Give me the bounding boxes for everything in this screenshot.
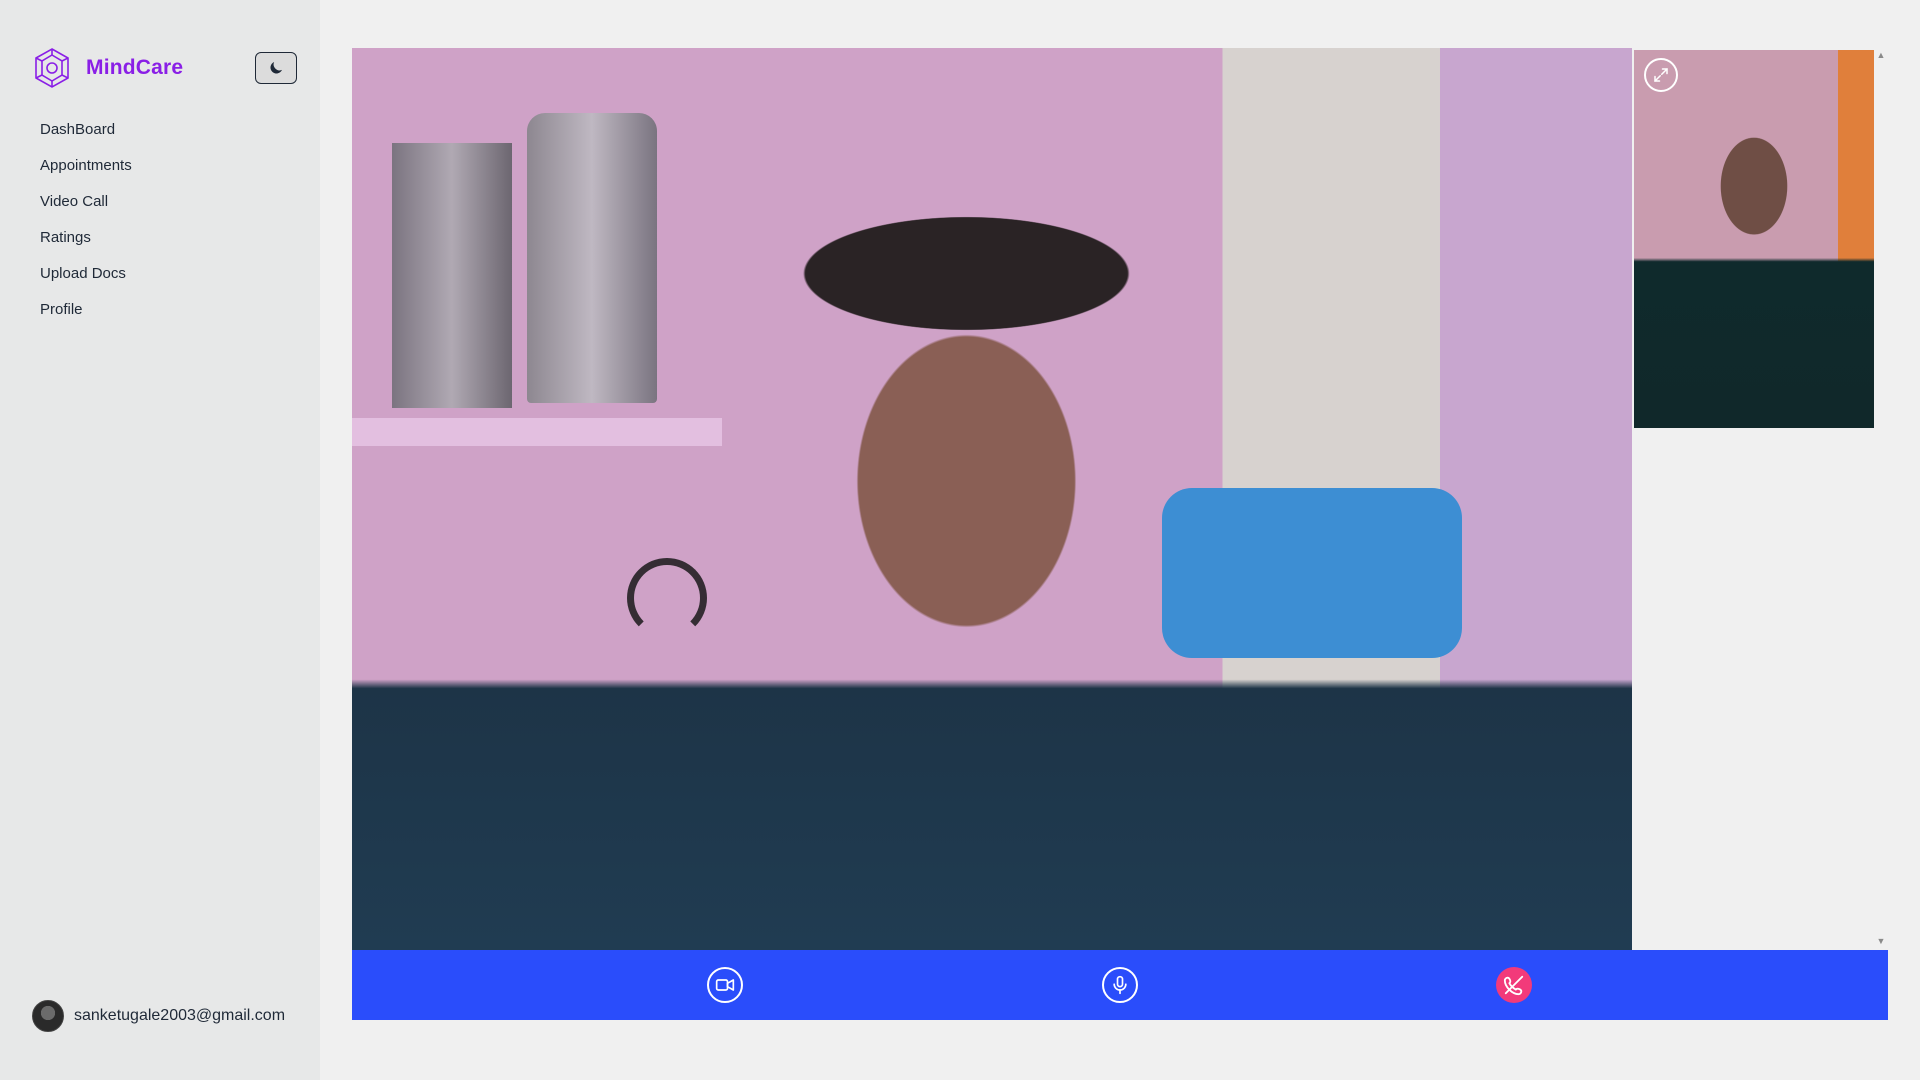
toggle-mic-button[interactable] — [1102, 967, 1138, 1003]
phone-hangup-icon — [1503, 975, 1524, 996]
sidebar-item-ratings[interactable]: Ratings — [40, 225, 132, 261]
moon-icon — [270, 62, 282, 74]
scroll-up-arrow-icon[interactable]: ▲ — [1876, 50, 1886, 60]
toggle-video-button[interactable] — [707, 967, 743, 1003]
theme-toggle-button[interactable] — [255, 52, 297, 84]
user-email: sanketugale2003@gmail.com — [74, 1007, 286, 1024]
local-video-preview[interactable] — [1634, 50, 1874, 428]
microphone-icon — [1113, 975, 1127, 995]
background-object — [392, 143, 512, 408]
sidebar-nav: DashBoard Appointments Video Call Rating… — [40, 117, 132, 333]
sidebar: MindCare DashBoard Appointments Video Ca… — [0, 0, 320, 1080]
background-shelf — [352, 418, 722, 446]
end-call-button[interactable] — [1496, 967, 1532, 1003]
user-account[interactable]: sanketugale2003@gmail.com — [32, 1000, 285, 1032]
sidebar-item-profile[interactable]: Profile — [40, 297, 132, 333]
avatar — [32, 1000, 64, 1032]
brand[interactable]: MindCare — [30, 46, 183, 90]
sidebar-item-appointments[interactable]: Appointments — [40, 153, 132, 189]
background-object — [627, 558, 707, 638]
sidebar-item-upload-docs[interactable]: Upload Docs — [40, 261, 132, 297]
expand-button[interactable] — [1644, 58, 1678, 92]
sidebar-item-dashboard[interactable]: DashBoard — [40, 117, 132, 153]
call-controls-bar — [352, 950, 1888, 1020]
video-camera-icon — [715, 979, 735, 991]
app-root: MindCare DashBoard Appointments Video Ca… — [0, 0, 1920, 1080]
background-object — [527, 113, 657, 403]
background-object — [1162, 488, 1462, 658]
remote-video-feed — [352, 48, 1632, 950]
scroll-down-arrow-icon[interactable]: ▼ — [1876, 936, 1886, 946]
sidebar-item-video-call[interactable]: Video Call — [40, 189, 132, 225]
expand-icon — [1654, 68, 1668, 82]
brand-name: MindCare — [86, 56, 184, 79]
hex-flower-logo-icon — [35, 48, 69, 88]
